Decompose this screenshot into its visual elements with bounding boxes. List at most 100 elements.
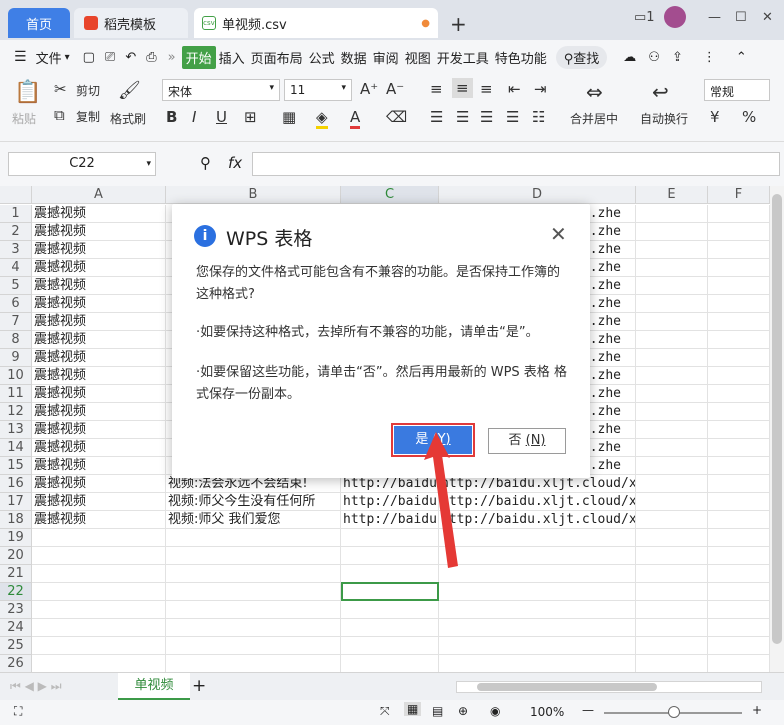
row-header[interactable]: 16 bbox=[0, 475, 32, 493]
menu-file[interactable]: 文件 bbox=[33, 48, 65, 67]
cell-a5[interactable]: 震撼视频 bbox=[32, 277, 166, 295]
cell-a9[interactable]: 震撼视频 bbox=[32, 349, 166, 367]
row-header[interactable]: 1 bbox=[0, 205, 32, 223]
cell-f10[interactable] bbox=[708, 367, 770, 385]
row-header[interactable]: 3 bbox=[0, 241, 32, 259]
row-header[interactable]: 23 bbox=[0, 601, 32, 619]
scroll-thumb[interactable] bbox=[772, 194, 782, 644]
cut-icon[interactable]: ✂ bbox=[54, 80, 67, 98]
cell-f18[interactable] bbox=[708, 511, 770, 529]
font-color-icon[interactable]: A bbox=[350, 108, 361, 129]
cell-a20[interactable] bbox=[32, 547, 166, 565]
column-header-c[interactable]: C bbox=[341, 186, 439, 204]
cell-d22[interactable] bbox=[439, 583, 636, 601]
cell-b23[interactable] bbox=[166, 601, 341, 619]
cell-e25[interactable] bbox=[636, 637, 708, 655]
row-header[interactable]: 25 bbox=[0, 637, 32, 655]
cell-f5[interactable] bbox=[708, 277, 770, 295]
zoom-level[interactable]: 100% bbox=[530, 705, 564, 719]
cell-e22[interactable] bbox=[636, 583, 708, 601]
horizontal-scrollbar[interactable] bbox=[456, 681, 762, 693]
menu-page-layout[interactable]: 页面布局 bbox=[248, 48, 306, 67]
sheet-tab-active[interactable]: 单视频 bbox=[118, 673, 190, 700]
align-bottom-icon[interactable]: ≡ bbox=[480, 80, 493, 98]
row-header[interactable]: 12 bbox=[0, 403, 32, 421]
cell-a6[interactable]: 震撼视频 bbox=[32, 295, 166, 313]
cell-a3[interactable]: 震撼视频 bbox=[32, 241, 166, 259]
column-header-d[interactable]: D bbox=[439, 186, 636, 204]
cell-d25[interactable] bbox=[439, 637, 636, 655]
cell-b22[interactable] bbox=[166, 583, 341, 601]
cell-f12[interactable] bbox=[708, 403, 770, 421]
new-tab-button[interactable]: + bbox=[450, 12, 467, 36]
cell-f24[interactable] bbox=[708, 619, 770, 637]
name-box[interactable]: C22 ▾ bbox=[8, 152, 156, 176]
cell-e21[interactable] bbox=[636, 565, 708, 583]
cell-f9[interactable] bbox=[708, 349, 770, 367]
more-vertical-icon[interactable]: ⋮ bbox=[703, 50, 716, 65]
font-size-select[interactable]: 11 ▾ bbox=[284, 79, 352, 101]
open-icon[interactable]: ▢ bbox=[83, 50, 95, 65]
cell-c25[interactable] bbox=[341, 637, 439, 655]
column-header-b[interactable]: B bbox=[166, 186, 341, 204]
underline-icon[interactable]: U bbox=[216, 108, 227, 126]
cell-e16[interactable] bbox=[636, 475, 708, 493]
row-header[interactable]: 9 bbox=[0, 349, 32, 367]
menu-formula[interactable]: 公式 bbox=[306, 48, 338, 67]
page-layout-view-icon[interactable]: ▤ bbox=[432, 704, 443, 718]
cell-a14[interactable]: 震撼视频 bbox=[32, 439, 166, 457]
cell-f19[interactable] bbox=[708, 529, 770, 547]
cell-a26[interactable] bbox=[32, 655, 166, 672]
cell-f17[interactable] bbox=[708, 493, 770, 511]
paste-button[interactable]: 粘贴 bbox=[12, 110, 36, 127]
share-user-icon[interactable]: ⚇ bbox=[648, 50, 660, 65]
format-painter-button[interactable]: 格式刷 bbox=[110, 110, 146, 127]
cut-button[interactable]: 剪切 bbox=[76, 82, 100, 99]
cell-e15[interactable] bbox=[636, 457, 708, 475]
cell-a18[interactable]: 震撼视频 bbox=[32, 511, 166, 529]
row-header[interactable]: 14 bbox=[0, 439, 32, 457]
row-header[interactable]: 20 bbox=[0, 547, 32, 565]
cell-a13[interactable]: 震撼视频 bbox=[32, 421, 166, 439]
menu-review[interactable]: 审阅 bbox=[370, 48, 402, 67]
chevron-down-icon[interactable]: ▾ bbox=[65, 52, 70, 63]
active-cell-c22[interactable] bbox=[341, 582, 439, 601]
cloud-icon[interactable]: ☁ bbox=[623, 50, 636, 65]
copy-icon[interactable]: ⧉ bbox=[54, 106, 65, 124]
cell-b19[interactable] bbox=[166, 529, 341, 547]
distributed-icon[interactable]: ☷ bbox=[532, 108, 545, 126]
font-name-select[interactable]: 宋体 ▾ bbox=[162, 79, 280, 101]
search-button[interactable]: ⚲查找 bbox=[555, 45, 608, 69]
page-break-view-icon[interactable]: ⊕ bbox=[458, 704, 468, 718]
cell-e6[interactable] bbox=[636, 295, 708, 313]
cell-e18[interactable] bbox=[636, 511, 708, 529]
cell-e3[interactable] bbox=[636, 241, 708, 259]
cell-f4[interactable] bbox=[708, 259, 770, 277]
cell-f13[interactable] bbox=[708, 421, 770, 439]
cell-a17[interactable]: 震撼视频 bbox=[32, 493, 166, 511]
cell-e2[interactable] bbox=[636, 223, 708, 241]
cell-a23[interactable] bbox=[32, 601, 166, 619]
save-icon[interactable]: ⎚ bbox=[105, 50, 115, 65]
indent-decrease-icon[interactable]: ⇤ bbox=[508, 80, 521, 98]
share-icon[interactable]: ⇪ bbox=[672, 50, 683, 65]
cell-a16[interactable]: 震撼视频 bbox=[32, 475, 166, 493]
row-header[interactable]: 18 bbox=[0, 511, 32, 529]
cell-e7[interactable] bbox=[636, 313, 708, 331]
eye-protection-icon[interactable]: ◉ bbox=[490, 704, 500, 718]
cell-f26[interactable] bbox=[708, 655, 770, 672]
cell-f8[interactable] bbox=[708, 331, 770, 349]
align-right-icon[interactable]: ☰ bbox=[480, 108, 493, 126]
row-header[interactable]: 19 bbox=[0, 529, 32, 547]
cell-b24[interactable] bbox=[166, 619, 341, 637]
row-header[interactable]: 4 bbox=[0, 259, 32, 277]
cell-a10[interactable]: 震撼视频 bbox=[32, 367, 166, 385]
cell-f3[interactable] bbox=[708, 241, 770, 259]
fill-color-icon[interactable]: ◈ bbox=[316, 108, 328, 129]
cell-c24[interactable] bbox=[341, 619, 439, 637]
cell-e5[interactable] bbox=[636, 277, 708, 295]
cell-a1[interactable]: 震撼视频 bbox=[32, 205, 166, 223]
menu-insert[interactable]: 插入 bbox=[216, 48, 248, 67]
align-left-icon[interactable]: ☰ bbox=[430, 108, 443, 126]
cell-a19[interactable] bbox=[32, 529, 166, 547]
